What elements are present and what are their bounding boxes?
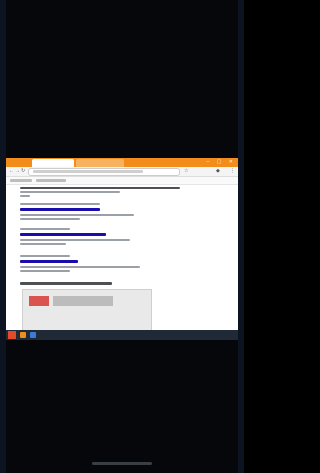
tab-secondary[interactable] [76, 159, 124, 167]
result-snippet [20, 239, 130, 241]
result-url [20, 203, 100, 205]
start-button[interactable] [8, 331, 16, 339]
result-title[interactable] [20, 208, 100, 211]
browser-tab-strip: – ▢ ✕ [6, 158, 238, 167]
desktop-screen: – ▢ ✕ ← → ↻ ☆ ◆ ⋮ [6, 158, 238, 340]
bookmarks-bar [6, 177, 238, 185]
result-url [20, 255, 70, 257]
result-snippet [20, 243, 66, 245]
result-snippet [20, 270, 70, 272]
result-snippet [20, 214, 134, 216]
result-title[interactable] [20, 282, 112, 285]
right-bezel [238, 0, 244, 473]
window-controls[interactable]: – ▢ ✕ [207, 159, 236, 165]
menu-icon[interactable]: ⋮ [230, 168, 235, 174]
result-url [20, 228, 70, 230]
address-text [33, 170, 143, 173]
header-small [20, 195, 30, 197]
preview-thumbnail [53, 296, 113, 306]
browser-task-icon[interactable] [20, 332, 26, 338]
bookmark-item[interactable] [10, 179, 32, 182]
address-bar[interactable] [28, 168, 180, 176]
reload-icon[interactable]: ↻ [21, 168, 25, 174]
header-line [20, 187, 180, 189]
result-title[interactable] [20, 260, 78, 263]
star-icon[interactable]: ☆ [184, 168, 188, 174]
result-snippet [20, 266, 140, 268]
bookmark-item[interactable] [36, 179, 66, 182]
header-subline [20, 191, 120, 193]
result-snippet [20, 218, 80, 220]
extension-icon[interactable]: ◆ [216, 168, 220, 174]
preview-thumbnail [29, 296, 49, 306]
result-title[interactable] [20, 233, 106, 236]
tab-active[interactable] [32, 159, 74, 167]
device-frame: – ▢ ✕ ← → ↻ ☆ ◆ ⋮ [0, 0, 244, 473]
taskbar [6, 330, 238, 340]
forward-arrow-icon[interactable]: → [15, 168, 20, 174]
app-task-icon[interactable] [30, 332, 36, 338]
image-preview[interactable] [22, 289, 152, 331]
navigation-bar: ← → ↻ ☆ ◆ ⋮ [6, 167, 238, 177]
home-indicator[interactable] [92, 462, 152, 465]
back-arrow-icon[interactable]: ← [9, 168, 14, 174]
